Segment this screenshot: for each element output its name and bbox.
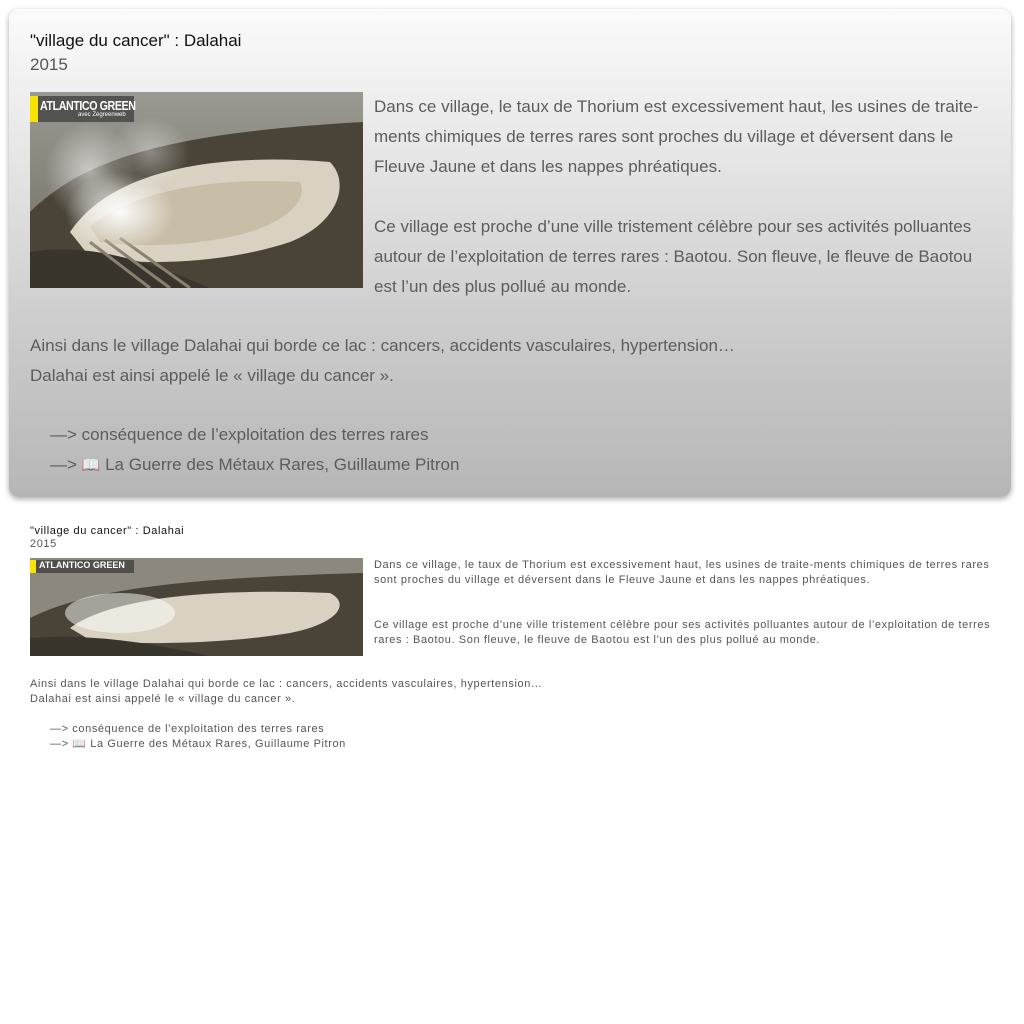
atlantico-green-logo: ATLANTICO GREEN avec Zegreenweb <box>30 96 136 122</box>
preview-logo: ATLANTICO GREEN <box>30 560 134 573</box>
preview-paragraph-consequences: Ainsi dans le village Dalahai qui borde … <box>30 678 543 705</box>
paragraph-consequences: Ainsi dans le village Dalahai qui borde … <box>30 331 990 391</box>
post-year: 2015 <box>30 55 68 74</box>
open-book-icon: 📖 <box>72 738 87 750</box>
paragraph-thorium: Dans ce village, le taux de Thorium est … <box>374 97 979 176</box>
preview-photo: ATLANTICO GREEN <box>30 558 363 656</box>
open-book-icon: 📖 <box>81 457 101 474</box>
paragraph-consequences-line2: Dalahai est ainsi appelé le « village du… <box>30 366 394 385</box>
preview-paragraph-baotou: Ce village est proche d’une ville triste… <box>374 619 991 646</box>
link-book[interactable]: —> 📖 La Guerre des Métaux Rares, Guillau… <box>50 450 459 481</box>
link-consequence-text[interactable]: conséquence de l’exploitation des terres… <box>82 425 429 444</box>
link-consequence[interactable]: —> conséquence de l’exploitation des ter… <box>50 420 429 450</box>
paragraph-baotou: Ce village est proche d’une ville triste… <box>374 217 973 296</box>
post-card: "village du cancer" : Dalahai 2015 ATLAN… <box>9 9 1011 497</box>
link-book-text[interactable]: La Guerre des Métaux Rares, Guillaume Pi… <box>105 455 459 474</box>
paragraph-consequences-line1: Ainsi dans le village Dalahai qui borde … <box>30 336 735 355</box>
post-title: "village du cancer" : Dalahai <box>30 31 242 50</box>
arrow-marker: —> <box>50 425 77 444</box>
preview-paragraph-thorium: Dans ce village, le taux de Thorium est … <box>374 559 990 586</box>
tailings-lake-photo: ATLANTICO GREEN avec Zegreenweb <box>30 92 363 288</box>
preview-link-consequence[interactable]: —> conséquence de l’exploitation des ter… <box>50 722 324 737</box>
preview-title: "village du cancer" : Dalahai <box>30 525 185 537</box>
arrow-marker: —> <box>50 455 77 474</box>
preview-year: 2015 <box>30 538 57 550</box>
preview-link-book[interactable]: —> 📖 La Guerre des Métaux Rares, Guillau… <box>50 737 346 752</box>
